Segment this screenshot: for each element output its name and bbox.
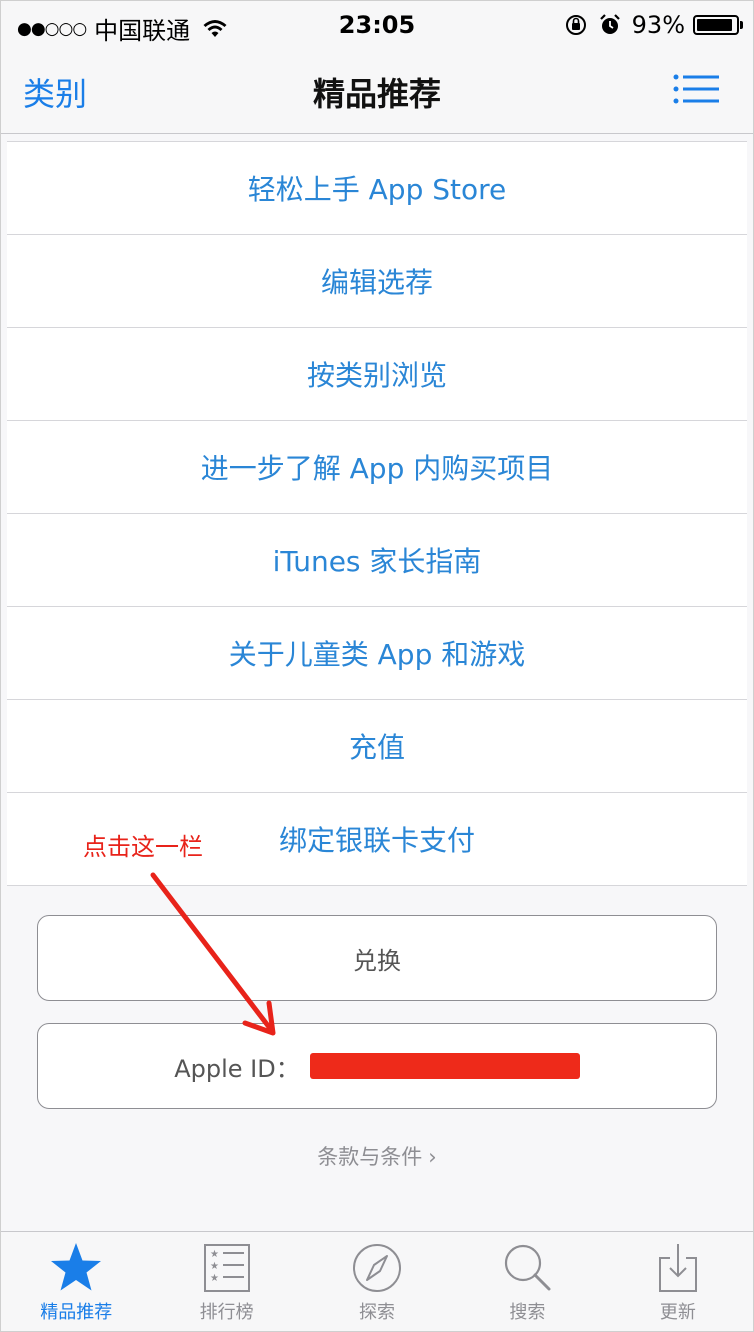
svg-text:★: ★	[210, 1273, 219, 1284]
tab-explore-label: 探索	[359, 1302, 396, 1323]
battery-percent: 93%	[631, 11, 685, 39]
battery-icon	[693, 15, 743, 35]
star-icon	[51, 1243, 102, 1291]
apple-id-button[interactable]: Apple ID：	[37, 1023, 717, 1109]
app-screen: ●●○○○ 中国联通 23:05 93% 类别 精品推荐 轻松上手 App St…	[0, 0, 754, 1332]
tab-top-charts[interactable]: ★ ★ ★ 排行榜	[151, 1232, 301, 1331]
apple-id-label: Apple ID：	[174, 1054, 300, 1083]
annotation-arrow-icon	[150, 872, 276, 1036]
battery-fill	[697, 19, 732, 31]
tab-top-charts-label: 排行榜	[199, 1302, 254, 1323]
list-item-editors-choice[interactable]: 编辑选荐	[7, 235, 747, 328]
tab-search[interactable]: 搜索	[452, 1232, 602, 1331]
redacted-apple-id	[309, 1053, 580, 1079]
tab-featured[interactable]: 精品推荐	[1, 1232, 151, 1331]
ranking-list-icon: ★ ★ ★	[203, 1244, 250, 1292]
compass-icon	[353, 1244, 402, 1292]
svg-text:★: ★	[210, 1249, 219, 1260]
list-icon[interactable]	[673, 73, 719, 105]
search-icon	[505, 1244, 551, 1291]
tab-search-label: 搜索	[509, 1302, 546, 1323]
tab-bar: 精品推荐 ★ ★ ★ 排行榜 探索 搜索 更新	[1, 1231, 753, 1331]
status-bar: ●●○○○ 中国联通 23:05 93%	[1, 1, 753, 51]
list-item-top-up[interactable]: 充值	[7, 700, 747, 793]
list-item-getting-started[interactable]: 轻松上手 App Store	[7, 142, 747, 235]
list-item-parents-guide[interactable]: iTunes 家长指南	[7, 514, 747, 607]
tab-updates-label: 更新	[659, 1302, 696, 1323]
update-download-icon	[658, 1244, 697, 1292]
annotation-text: 点击这一栏	[83, 833, 203, 861]
chevron-right-icon: ›	[428, 1145, 437, 1169]
alarm-icon	[599, 14, 620, 34]
link-list: 轻松上手 App Store 编辑选荐 按类别浏览 进一步了解 App 内购买项…	[7, 141, 747, 886]
redeem-button[interactable]: 兑换	[37, 915, 717, 1001]
navigation-bar: 类别 精品推荐	[1, 51, 753, 134]
list-item-kids-apps[interactable]: 关于儿童类 App 和游戏	[7, 607, 747, 700]
rotation-lock-icon	[565, 15, 586, 35]
status-right: 93%	[564, 11, 743, 39]
tab-updates[interactable]: 更新	[603, 1232, 753, 1331]
terms-link[interactable]: 条款与条件 ›	[1, 1141, 753, 1171]
tab-featured-label: 精品推荐	[40, 1302, 113, 1323]
tab-explore[interactable]: 探索	[302, 1232, 452, 1331]
svg-text:★: ★	[210, 1261, 219, 1272]
terms-label: 条款与条件	[317, 1145, 423, 1169]
page-title: 精品推荐	[312, 75, 441, 113]
list-item-browse-categories[interactable]: 按类别浏览	[7, 328, 747, 421]
list-item-in-app-purchases[interactable]: 进一步了解 App 内购买项目	[7, 421, 747, 514]
